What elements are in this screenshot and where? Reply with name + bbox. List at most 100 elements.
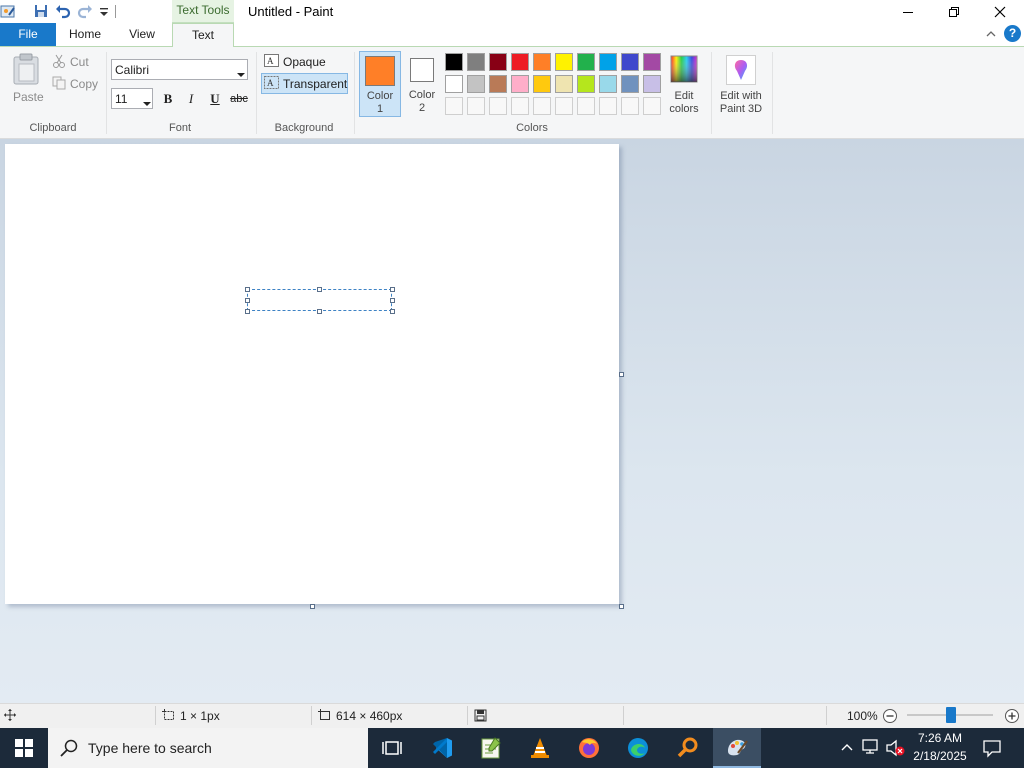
network-icon[interactable] [862, 739, 880, 758]
search-tool-icon[interactable] [664, 728, 712, 768]
minimize-button[interactable] [885, 0, 931, 23]
palette-custom-slot[interactable] [467, 97, 485, 115]
vlc-icon[interactable] [516, 728, 564, 768]
text-box-handle[interactable] [245, 309, 250, 314]
palette-custom-slot[interactable] [599, 97, 617, 115]
paste-button[interactable]: Paste [13, 90, 44, 104]
edit-colors-icon[interactable] [670, 55, 698, 86]
tab-file[interactable]: File [0, 23, 56, 46]
task-view-icon[interactable] [368, 728, 416, 768]
transparent-option[interactable]: Transparent [283, 77, 347, 91]
tab-view[interactable]: View [114, 23, 170, 46]
palette-swatch[interactable] [533, 75, 551, 93]
paint-taskbar-icon[interactable] [713, 728, 761, 768]
image-size-icon [318, 709, 332, 725]
palette-swatch[interactable] [643, 53, 661, 71]
edit-colors-button[interactable]: Edit colors [664, 90, 704, 116]
canvas-resize-handle-bottom[interactable] [310, 604, 315, 609]
edit-with-paint3d-button[interactable]: Edit with Paint 3D [714, 90, 768, 116]
zoom-out-button[interactable] [882, 708, 898, 727]
background-group-label: Background [274, 122, 334, 134]
clock-date[interactable]: 2/18/2025 [911, 749, 969, 763]
palette-swatch[interactable] [599, 75, 617, 93]
cut-button[interactable]: Cut [70, 55, 89, 69]
font-size-select[interactable]: 11 [111, 88, 153, 109]
palette-custom-slot[interactable] [445, 97, 463, 115]
text-box-handle[interactable] [390, 287, 395, 292]
palette-custom-slot[interactable] [643, 97, 661, 115]
paste-icon[interactable] [12, 53, 42, 88]
canvas-resize-handle-right[interactable] [619, 372, 624, 377]
palette-swatch[interactable] [643, 75, 661, 93]
palette-swatch[interactable] [533, 53, 551, 71]
bold-button[interactable]: B [158, 90, 178, 108]
italic-button[interactable]: I [181, 90, 201, 108]
text-box-handle[interactable] [390, 309, 395, 314]
color1-button[interactable]: Color 1 [359, 51, 401, 117]
minimize-ribbon-icon[interactable] [984, 27, 998, 44]
palette-swatch[interactable] [577, 75, 595, 93]
zoom-in-button[interactable] [1004, 708, 1020, 727]
undo-icon[interactable] [55, 3, 71, 19]
palette-swatch[interactable] [467, 53, 485, 71]
volume-muted-icon[interactable] [886, 739, 906, 760]
palette-swatch[interactable] [555, 53, 573, 71]
text-box[interactable] [247, 289, 392, 311]
redo-icon[interactable] [77, 3, 93, 19]
start-button[interactable] [0, 728, 48, 768]
palette-swatch[interactable] [621, 75, 639, 93]
copy-button[interactable]: Copy [70, 77, 98, 91]
palette-custom-slot[interactable] [511, 97, 529, 115]
palette-swatch[interactable] [467, 75, 485, 93]
palette-swatch[interactable] [621, 53, 639, 71]
help-icon[interactable]: ? [1004, 25, 1021, 42]
paint3d-icon[interactable] [726, 55, 756, 85]
text-box-handle[interactable] [317, 287, 322, 292]
palette-swatch[interactable] [599, 53, 617, 71]
palette-swatch[interactable] [577, 53, 595, 71]
palette-custom-slot[interactable] [555, 97, 573, 115]
close-button[interactable] [977, 0, 1023, 23]
clock-time[interactable]: 7:26 AM [917, 731, 963, 745]
text-box-handle[interactable] [245, 287, 250, 292]
palette-swatch[interactable] [555, 75, 573, 93]
copy-icon[interactable] [52, 76, 66, 93]
strikethrough-button[interactable]: abc [229, 90, 249, 108]
vscode-icon[interactable] [418, 728, 466, 768]
text-box-handle[interactable] [390, 298, 395, 303]
palette-custom-slot[interactable] [533, 97, 551, 115]
palette-swatch[interactable] [489, 75, 507, 93]
title-bar [0, 0, 1024, 23]
canvas-resize-handle-corner[interactable] [619, 604, 624, 609]
firefox-icon[interactable] [565, 728, 613, 768]
text-box-handle[interactable] [317, 309, 322, 314]
notifications-icon[interactable] [982, 738, 1002, 761]
cut-icon[interactable] [52, 54, 66, 71]
restore-button[interactable] [931, 0, 977, 23]
underline-button[interactable]: U [205, 90, 225, 108]
palette-swatch[interactable] [511, 75, 529, 93]
customize-toolbar-icon[interactable] [96, 3, 112, 19]
paint-app-icon[interactable] [0, 3, 16, 19]
tab-home[interactable]: Home [60, 23, 110, 46]
save-icon[interactable] [33, 3, 49, 19]
show-hidden-icons-icon[interactable] [840, 741, 854, 756]
palette-custom-slot[interactable] [577, 97, 595, 115]
drawing-canvas[interactable] [5, 144, 619, 604]
opaque-option[interactable]: Opaque [283, 55, 326, 69]
font-family-select[interactable]: Calibri [111, 59, 248, 80]
edge-icon[interactable] [614, 728, 662, 768]
palette-swatch[interactable] [489, 53, 507, 71]
status-separator [311, 706, 312, 725]
color2-button[interactable]: Color 2 [402, 51, 442, 117]
zoom-slider-thumb[interactable] [946, 707, 956, 723]
clipboard-group-label: Clipboard [29, 122, 77, 134]
palette-custom-slot[interactable] [621, 97, 639, 115]
palette-custom-slot[interactable] [489, 97, 507, 115]
palette-swatch[interactable] [445, 53, 463, 71]
palette-swatch[interactable] [511, 53, 529, 71]
text-box-handle[interactable] [245, 298, 250, 303]
tab-text[interactable]: Text [172, 23, 234, 47]
palette-swatch[interactable] [445, 75, 463, 93]
notepad-plus-icon[interactable] [467, 728, 515, 768]
